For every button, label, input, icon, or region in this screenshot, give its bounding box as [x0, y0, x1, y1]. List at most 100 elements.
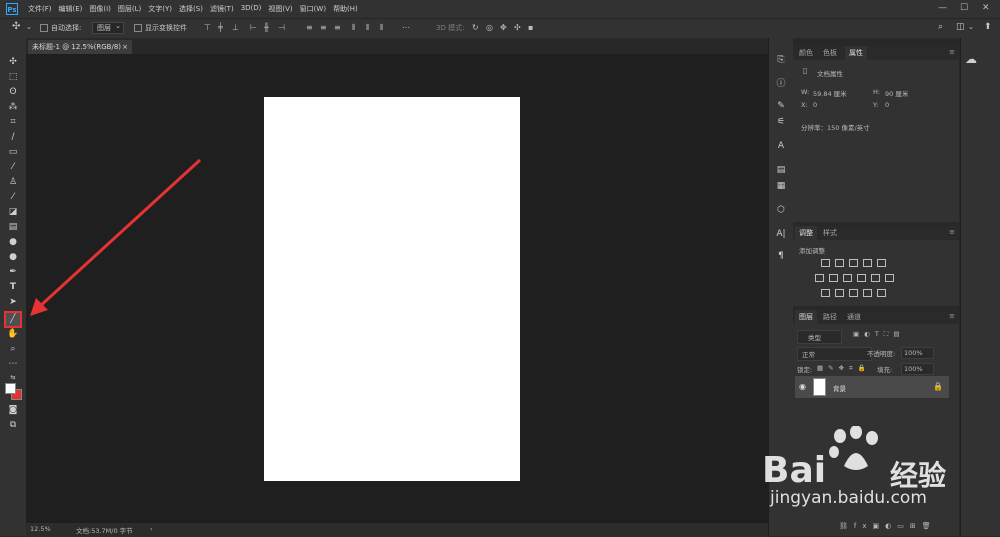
photo-filter-icon[interactable] — [857, 274, 866, 282]
brush-tool-icon[interactable]: ⁄ — [6, 161, 20, 174]
align-right-icon[interactable]: ⊣ — [278, 24, 286, 32]
x-value[interactable]: 0 — [813, 101, 817, 109]
foreground-color-swatch[interactable] — [5, 383, 16, 394]
healing-tool-icon[interactable]: ▭ — [6, 146, 20, 159]
tab-adjustments[interactable]: 调整 — [795, 226, 817, 240]
gradient-tool-icon[interactable]: ▤ — [6, 221, 20, 234]
notes-icon[interactable]: ▦ — [775, 180, 787, 192]
layer-filter-dropdown[interactable]: 类型 — [797, 330, 842, 344]
3d-slide-icon[interactable]: ✣ — [514, 24, 522, 32]
zoom-tool-icon[interactable]: ⌕ — [6, 343, 20, 356]
creative-cloud-icon[interactable]: ☁ — [965, 52, 977, 66]
gradient-map-icon[interactable] — [863, 289, 872, 297]
height-value[interactable]: 90 厘米 — [885, 88, 908, 98]
3d-roll-icon[interactable]: ◎ — [486, 24, 494, 32]
3d-drag-icon[interactable]: ✥ — [500, 24, 508, 32]
auto-select-dropdown[interactable]: 图层 — [92, 21, 124, 34]
info-icon[interactable]: ⓘ — [775, 78, 787, 90]
menu-layer[interactable]: 图层(L) — [118, 4, 141, 14]
levels-icon[interactable] — [835, 259, 844, 267]
curves-icon[interactable] — [849, 259, 858, 267]
workspace-icon[interactable]: ◫ — [956, 22, 965, 32]
channel-mixer-icon[interactable] — [871, 274, 880, 282]
lock-icons[interactable]: ▦✎✥⌗🔒 — [817, 364, 871, 373]
panel-menu-icon[interactable]: ≡ — [949, 48, 955, 56]
clone-stamp-tool-icon[interactable]: ♙ — [6, 176, 20, 189]
tab-color[interactable]: 颜色 — [795, 46, 817, 60]
menu-select[interactable]: 选择(S) — [179, 4, 203, 14]
type-tool-icon[interactable]: T — [6, 281, 20, 294]
hue-saturation-icon[interactable] — [815, 274, 824, 282]
align-top-icon[interactable]: ⊤ — [204, 24, 212, 32]
crop-tool-icon[interactable]: ⌗ — [6, 116, 20, 129]
distribute-right-icon[interactable]: ⦀ — [380, 24, 388, 32]
pen-tool-icon[interactable]: ✒ — [6, 266, 20, 279]
distribute-left-icon[interactable]: ⦀ — [352, 24, 360, 32]
paragraph-icon[interactable]: ¶ — [775, 250, 787, 262]
panel-menu-icon[interactable]: ≡ — [949, 228, 955, 236]
exposure-icon[interactable] — [863, 259, 872, 267]
black-white-icon[interactable] — [843, 274, 852, 282]
document-canvas[interactable] — [264, 97, 520, 481]
distribute-hcenter-icon[interactable]: ⦀ — [366, 24, 374, 32]
move-tool-icon[interactable]: ✣ — [12, 21, 20, 32]
tab-properties[interactable]: 属性 — [845, 46, 867, 60]
distribute-top-icon[interactable]: ≡ — [306, 24, 314, 32]
tab-layers[interactable]: 图层 — [795, 310, 817, 324]
path-selection-tool-icon[interactable]: ➤ — [6, 296, 20, 309]
distribute-vcenter-icon[interactable]: ≡ — [320, 24, 328, 32]
3d-scale-icon[interactable]: ▪ — [528, 24, 536, 32]
tab-styles[interactable]: 样式 — [819, 226, 841, 240]
3d-rotate-icon[interactable]: ↻ — [472, 24, 480, 32]
canvas-area[interactable] — [26, 54, 768, 522]
distribute-bottom-icon[interactable]: ≡ — [334, 24, 342, 32]
brightness-icon[interactable] — [821, 259, 830, 267]
fill-input[interactable]: 100% — [901, 363, 934, 375]
vibrance-icon[interactable] — [877, 259, 886, 267]
tab-swatches[interactable]: 色板 — [819, 46, 841, 60]
menu-3d[interactable]: 3D(D) — [241, 4, 262, 14]
maximize-button[interactable]: ☐ — [960, 3, 968, 13]
line-tool-icon[interactable]: ╱ — [4, 311, 22, 328]
character-icon[interactable]: A — [775, 140, 787, 152]
zoom-level[interactable]: 12.5% — [30, 525, 51, 533]
document-tab[interactable]: 未标题-1 @ 12.5%(RGB/8) × — [28, 40, 132, 54]
width-value[interactable]: 59.84 厘米 — [813, 88, 847, 98]
share-icon[interactable]: ⬆ — [984, 22, 992, 32]
marquee-tool-icon[interactable]: ⬚ — [6, 71, 20, 84]
eraser-tool-icon[interactable]: ◪ — [6, 206, 20, 219]
lasso-tool-icon[interactable]: ʘ — [6, 86, 20, 99]
opacity-input[interactable]: 100% — [901, 347, 934, 359]
tool-preset-chevron-icon[interactable]: ⌄ — [26, 23, 32, 31]
filter-icons[interactable]: ▣◐T⛶▤ — [853, 330, 904, 339]
align-bottom-icon[interactable]: ⊥ — [232, 24, 240, 32]
workspace-chevron-icon[interactable]: ⌄ — [968, 23, 974, 31]
threshold-icon[interactable] — [849, 289, 858, 297]
3d-icon[interactable]: ⬡ — [775, 204, 787, 216]
history-icon[interactable]: ⎘ — [775, 54, 787, 66]
menu-image[interactable]: 图像(I) — [89, 4, 111, 14]
menu-help[interactable]: 帮助(H) — [333, 4, 358, 14]
align-left-icon[interactable]: ⊢ — [250, 24, 258, 32]
history-brush-tool-icon[interactable]: ⁄ — [6, 191, 20, 204]
visibility-eye-icon[interactable]: ◉ — [799, 382, 806, 391]
close-window-button[interactable]: ✕ — [982, 3, 990, 13]
layer-row[interactable]: ◉ 背景 🔒 — [795, 376, 949, 398]
quick-mask-icon[interactable]: ◙ — [6, 404, 20, 417]
auto-align-icon[interactable]: ⋯ — [402, 24, 410, 32]
menu-type[interactable]: 文字(Y) — [148, 4, 172, 14]
menu-view[interactable]: 视图(V) — [268, 4, 292, 14]
selective-color-icon[interactable] — [877, 289, 886, 297]
screen-mode-icon[interactable]: ⧉ — [6, 419, 20, 432]
status-menu-arrow[interactable]: › — [150, 525, 153, 533]
libraries-icon[interactable]: ▤ — [775, 164, 787, 176]
panel-menu-icon[interactable]: ≡ — [949, 312, 955, 320]
move-tool-icon[interactable]: ✣ — [6, 56, 20, 69]
y-value[interactable]: 0 — [885, 101, 889, 109]
align-vcenter-icon[interactable]: ╪ — [218, 24, 226, 32]
color-balance-icon[interactable] — [829, 274, 838, 282]
show-transform-checkbox[interactable]: 显示变换控件 — [134, 23, 187, 33]
tab-paths[interactable]: 路径 — [819, 310, 841, 324]
blend-mode-dropdown[interactable]: 正常 — [797, 347, 872, 361]
auto-select-checkbox[interactable]: 自动选择: — [40, 23, 81, 33]
